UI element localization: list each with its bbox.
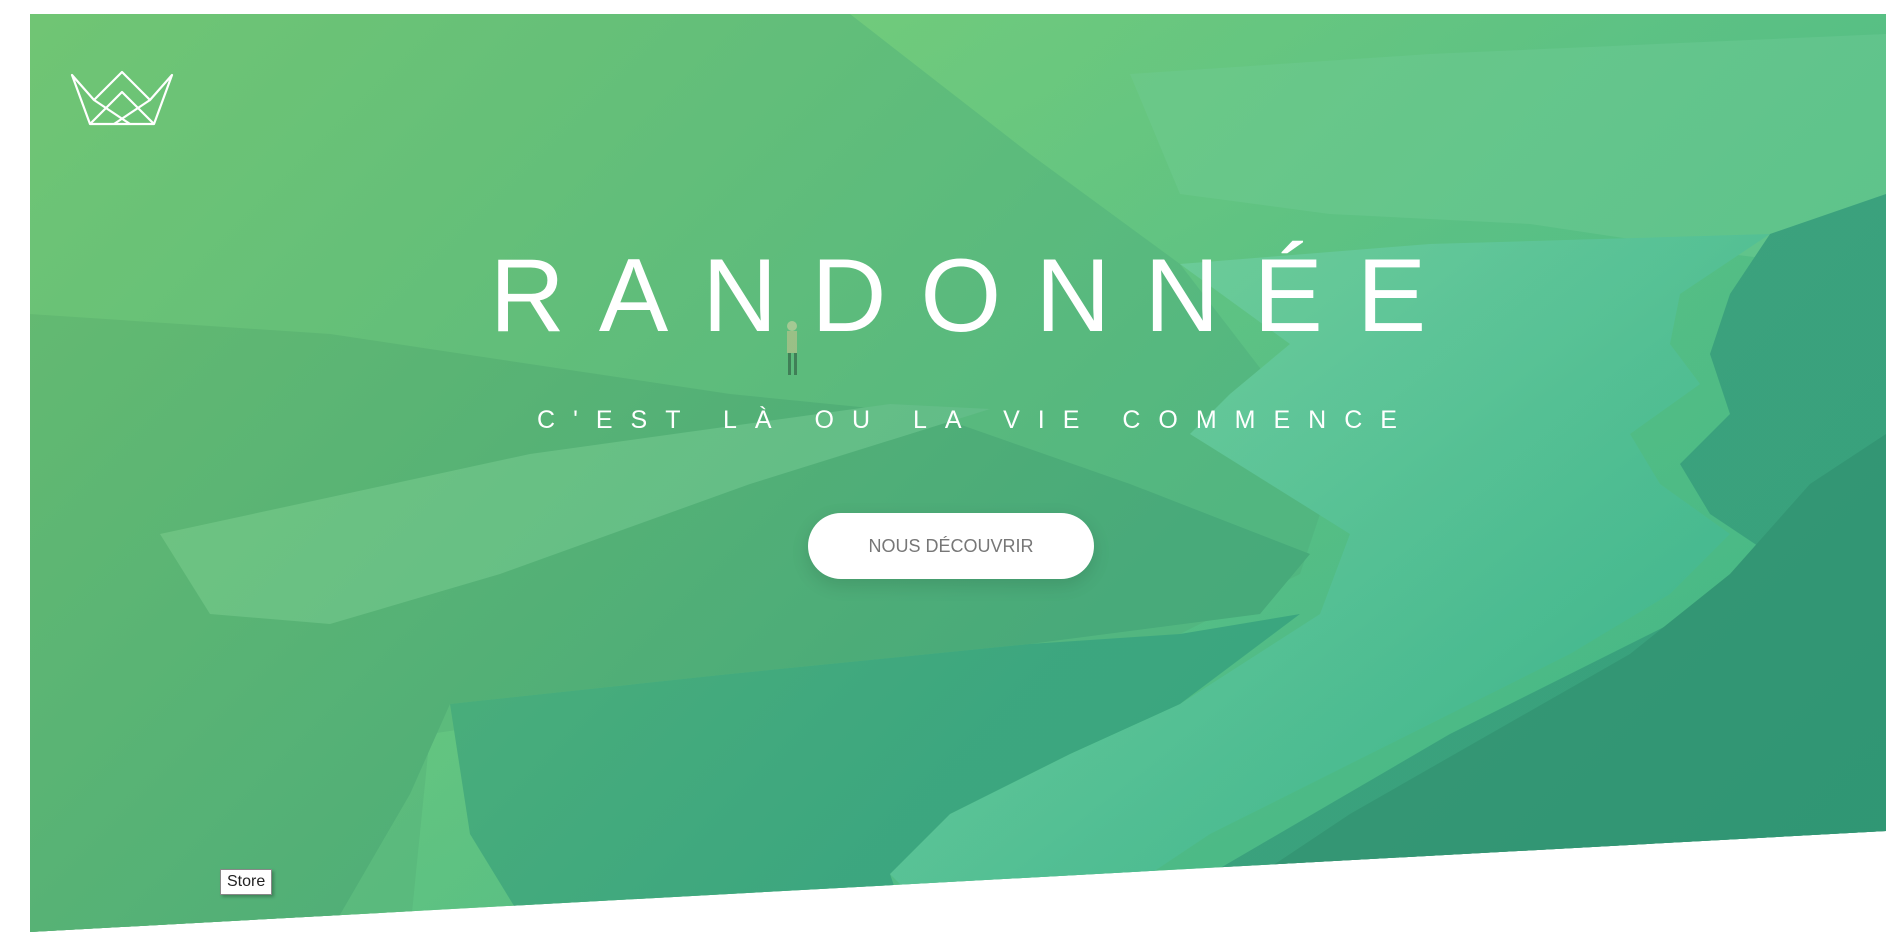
hero-title: RANDONNÉE <box>489 238 1461 354</box>
store-tooltip: Store <box>220 869 273 895</box>
page: RANDONNÉE C'EST LÀ OU LA VIE COMMENCE NO… <box>0 0 1886 932</box>
discover-button[interactable]: NOUS DÉCOUVRIR <box>808 513 1094 579</box>
hero-header: RANDONNÉE C'EST LÀ OU LA VIE COMMENCE NO… <box>30 14 1886 932</box>
gradient-overlay <box>30 14 1886 932</box>
hero-subtitle: C'EST LÀ OU LA VIE COMMENCE <box>537 406 1415 434</box>
hero-heading: RANDONNÉE <box>30 244 1886 348</box>
crown-logo-icon[interactable] <box>70 70 174 132</box>
